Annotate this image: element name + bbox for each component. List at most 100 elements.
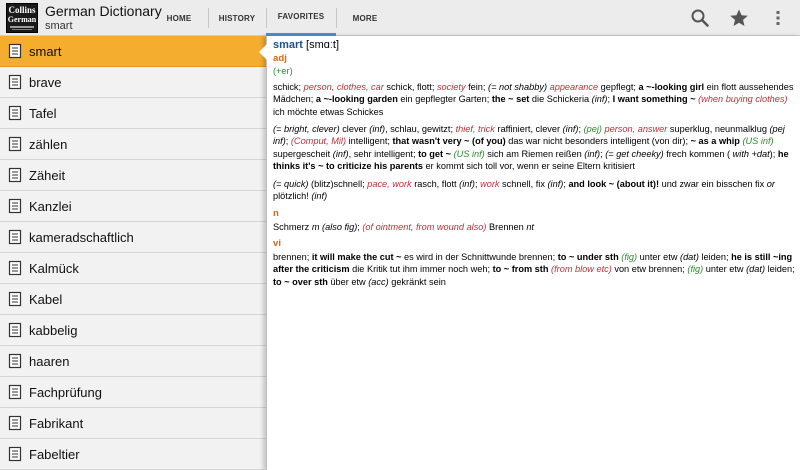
list-item-smart[interactable]: smart [0,36,266,67]
text: rasch, flott [411,178,460,189]
example: it will make the cut ~ [311,251,402,262]
text: sich am Riemen reißen [484,148,585,159]
example: a ~-looking garden [315,94,398,105]
list-item-label: kameradschaftlich [29,229,134,245]
context: (when buying clothes) [698,94,788,105]
text: schick, flott; [383,81,437,92]
label: (fig) [687,264,704,275]
text: das war nicht besonders intelligent (von… [505,136,691,147]
list-item-zaeheit[interactable]: Zäheit [0,160,266,191]
label: (inf) [562,124,579,135]
list-item-fachpruefung[interactable]: Fachprüfung [0,377,266,408]
verb-sense: brennen; it will make the cut ~ es wird … [273,251,795,288]
text: gepflegt; [598,81,639,92]
text: raffiniert, clever [494,124,563,135]
logo-line-1: Collins [8,5,36,15]
list-item-brave[interactable]: brave [0,67,266,98]
list-item-kameradschaftlich[interactable]: kameradschaftlich [0,222,266,253]
text: Brennen [486,221,527,232]
list-item-label: brave [29,74,62,90]
collins-logo: Collins German [6,3,38,33]
noun-sense: Schmerz m (also fig); (of ointment, from… [273,221,795,233]
overflow-menu-icon[interactable] [768,8,788,28]
text: unter etw [637,251,681,262]
tab-home[interactable]: HOME [150,0,208,36]
tab-more[interactable]: MORE [336,0,394,36]
list-item-kalmueck[interactable]: Kalmück [0,253,266,284]
gloss: (= bright, clever) [273,124,340,135]
label: (US inf) [453,148,485,159]
label: (dat) [746,264,766,275]
headword: smart [273,39,303,51]
tab-favorites[interactable]: FAVORITES [266,0,336,36]
list-item-tafel[interactable]: Tafel [0,98,266,129]
selection-pointer [259,44,267,60]
text: , sehr intelligent; [348,148,419,159]
label: (inf) [369,124,386,135]
text: superklug, neunmalklug [667,124,770,135]
text: die Kritik tut ihm immer noch weh; [349,264,493,275]
context: pace, work [367,178,412,189]
document-icon [8,446,22,462]
list-item-kanzlei[interactable]: Kanzlei [0,191,266,222]
label: or [766,178,775,189]
pos-adjective: adj [273,53,287,64]
example: the ~ set [491,94,530,105]
label: (inf) [584,148,601,159]
example: to ~ from sth [492,264,549,275]
context: appearance [549,81,599,92]
label: (inf) [591,94,608,105]
context: society [436,81,466,92]
text: leiden; [698,251,732,262]
logo-rule-2 [12,29,32,30]
list-item-kabel[interactable]: Kabel [0,284,266,315]
label: (inf) [332,148,349,159]
pos-noun: n [273,208,279,220]
text: über etw [327,276,369,287]
list-item-label: Fabrikant [29,415,84,431]
list-item-fabeltier[interactable]: Fabeltier [0,439,266,470]
list-item-label: haaren [29,353,70,369]
list-item-label: kabbelig [29,322,78,338]
list-item-label: Fabeltier [29,446,80,462]
list-item-label: Kanzlei [29,198,72,214]
example: to get ~ [418,148,451,159]
context: (of ointment, from wound also) [362,221,487,232]
tab-history[interactable]: HISTORY [208,0,266,36]
favorites-list: smart brave Tafel zählen Zäheit Kanzlei … [0,36,266,470]
list-item-fabrikant[interactable]: Fabrikant [0,408,266,439]
entry-header: smart [smɑːt] [273,39,795,52]
example: and look ~ (about it)! [568,178,660,189]
search-icon[interactable] [690,8,710,28]
text: von etw brennen; [611,264,688,275]
text: er kommt sich toll vor, wenn er seine El… [423,161,635,172]
example: that wasn't very ~ (of you) [392,136,506,147]
entry-pane[interactable]: smart [smɑːt] adj (+er) schick; person, … [266,36,800,470]
list-item-kabbelig[interactable]: kabbelig [0,315,266,346]
document-icon [8,353,22,369]
text: Schmerz [273,221,312,232]
sense-3: (= quick) (blitz)schnell; pace, work ras… [273,178,795,203]
text: (blitz)schnell; [308,178,368,189]
tab-bar: HOME HISTORY FAVORITES MORE [150,0,394,36]
sense-1: schick; person, clothes, car schick, flo… [273,81,795,118]
list-item-haaren[interactable]: haaren [0,346,266,377]
example: ~ as a whip [690,136,740,147]
text: unter etw [703,264,747,275]
dictionary-entry: smart [smɑːt] adj (+er) schick; person, … [273,39,795,293]
list-item-label: Kabel [29,291,63,307]
context: person, clothes, car [303,81,384,92]
text: brennen; [273,251,312,262]
label: (inf) [311,191,328,202]
context: (Comput, Mil) [290,136,347,147]
context: thief, trick [455,124,495,135]
grammar-note: (+er) [273,66,293,77]
document-icon [8,105,22,121]
star-icon[interactable] [729,8,749,28]
example: a ~-looking girl [638,81,705,92]
list-item-zaehlen[interactable]: zählen [0,129,266,160]
context: work [480,178,500,189]
text: clever [339,124,370,135]
app-title: German Dictionary [45,3,162,19]
list-item-label: Fachprüfung [29,384,102,400]
